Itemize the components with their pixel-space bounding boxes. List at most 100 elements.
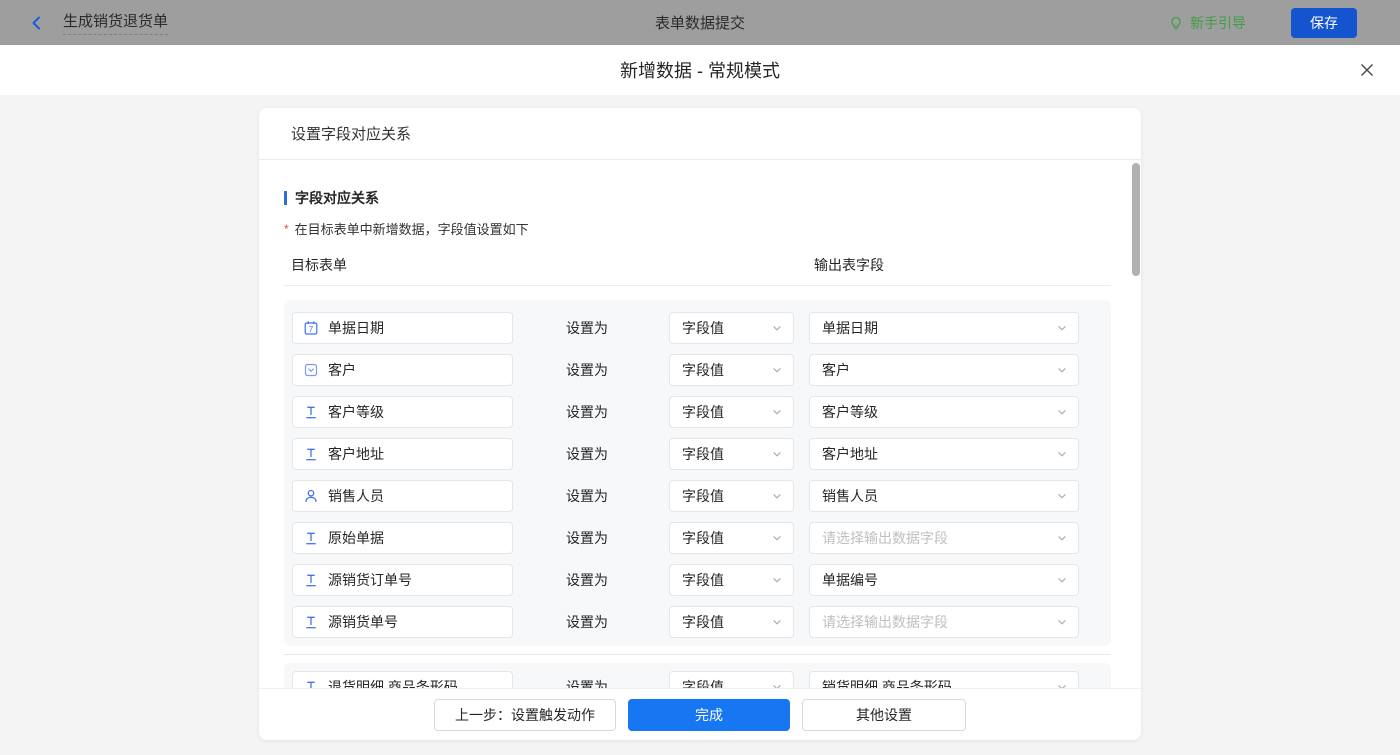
chevron-down-icon: [771, 532, 783, 544]
column-headers: 目标表单 输出表字段: [284, 255, 1111, 275]
beginner-guide-link[interactable]: 新手引导: [1168, 13, 1246, 33]
card-body: 字段对应关系 * 在目标表单中新增数据，字段值设置如下 目标表单 输出表字段 7…: [259, 188, 1141, 711]
value-mode-select[interactable]: 字段值: [669, 396, 794, 428]
output-field-select[interactable]: 客户等级: [809, 396, 1079, 428]
target-field-label: 原始单据: [328, 530, 384, 546]
value-mode-text: 字段值: [682, 530, 724, 546]
modal-title: 新增数据 - 常规模式: [620, 61, 780, 81]
value-mode-select[interactable]: 字段值: [669, 480, 794, 512]
output-field-text: 单据日期: [822, 320, 878, 336]
value-mode-select[interactable]: 字段值: [669, 354, 794, 386]
hint-text: 在目标表单中新增数据，字段值设置如下: [294, 222, 529, 237]
card-header-title: 设置字段对应关系: [259, 108, 1141, 160]
scrollbar-thumb[interactable]: [1132, 163, 1140, 276]
value-mode-select[interactable]: 字段值: [669, 438, 794, 470]
output-field-select[interactable]: 单据编号: [809, 564, 1079, 596]
card-footer: 上一步：设置触发动作 完成 其他设置: [259, 688, 1141, 740]
output-field-text: 请选择输出数据字段: [822, 614, 948, 630]
section-accent-bar: [284, 191, 287, 205]
flow-title[interactable]: 生成销货退货单: [63, 10, 169, 35]
chevron-down-icon: [771, 322, 783, 334]
target-field-label: 销售人员: [328, 488, 384, 504]
target-field-label: 源销货单号: [328, 614, 398, 630]
chevron-down-icon: [771, 490, 783, 502]
output-field-text: 请选择输出数据字段: [822, 530, 948, 546]
field-mapping-row: 7 单据日期 设置为 字段值 单据日期: [284, 312, 1111, 344]
output-field-select[interactable]: 请选择输出数据字段: [809, 606, 1079, 638]
svg-text:7: 7: [309, 325, 314, 334]
output-field-select[interactable]: 客户地址: [809, 438, 1079, 470]
target-field-box: 客户地址: [292, 438, 513, 470]
value-mode-select[interactable]: 字段值: [669, 564, 794, 596]
chevron-down-icon: [771, 364, 783, 376]
chevron-down-icon: [771, 616, 783, 628]
user-icon: [303, 488, 319, 504]
output-field-text: 客户: [822, 362, 850, 378]
value-mode-text: 字段值: [682, 488, 724, 504]
chevron-down-icon: [1056, 532, 1068, 544]
target-field-box: 原始单据: [292, 522, 513, 554]
set-as-label: 设置为: [566, 362, 608, 378]
output-field-select[interactable]: 请选择输出数据字段: [809, 522, 1079, 554]
done-button[interactable]: 完成: [628, 698, 790, 731]
close-icon[interactable]: [1359, 62, 1375, 78]
other-settings-button[interactable]: 其他设置: [802, 698, 966, 731]
chevron-down-icon: [1056, 448, 1068, 460]
field-mapping-row: 原始单据 设置为 字段值 请选择输出数据字段: [284, 522, 1111, 554]
output-field-select[interactable]: 销售人员: [809, 480, 1079, 512]
header-divider: [284, 285, 1111, 286]
required-mark: *: [284, 221, 289, 236]
output-field-select[interactable]: 单据日期: [809, 312, 1079, 344]
column-target-form: 目标表单: [291, 257, 347, 273]
chevron-down-icon: [1056, 322, 1068, 334]
text-icon: [303, 572, 319, 588]
output-field-text: 单据编号: [822, 572, 878, 588]
value-mode-text: 字段值: [682, 446, 724, 462]
value-mode-select[interactable]: 字段值: [669, 522, 794, 554]
save-button[interactable]: 保存: [1291, 7, 1357, 38]
value-mode-text: 字段值: [682, 320, 724, 336]
calendar-icon: 7: [303, 320, 319, 336]
value-mode-text: 字段值: [682, 572, 724, 588]
column-output-fields: 输出表字段: [814, 257, 884, 273]
value-mode-select[interactable]: 字段值: [669, 312, 794, 344]
chevron-down-icon: [1056, 616, 1068, 628]
set-as-label: 设置为: [566, 320, 608, 336]
output-field-text: 销售人员: [822, 488, 878, 504]
back-button[interactable]: [28, 14, 46, 32]
field-mapping-row: 客户 设置为 字段值 客户: [284, 354, 1111, 386]
modal-body: 设置字段对应关系 字段对应关系 * 在目标表单中新增数据，字段值设置如下 目标表…: [0, 95, 1400, 755]
target-field-box: 源销货单号: [292, 606, 513, 638]
field-mapping-row: 销售人员 设置为 字段值 销售人员: [284, 480, 1111, 512]
value-mode-text: 字段值: [682, 362, 724, 378]
set-as-label: 设置为: [566, 530, 608, 546]
value-mode-text: 字段值: [682, 404, 724, 420]
lightbulb-icon: [1168, 15, 1184, 31]
text-icon: [303, 530, 319, 546]
target-field-box: 源销货订单号: [292, 564, 513, 596]
output-field-select[interactable]: 客户: [809, 354, 1079, 386]
field-mapping-row: 源销货单号 设置为 字段值 请选择输出数据字段: [284, 606, 1111, 638]
set-as-label: 设置为: [566, 488, 608, 504]
set-as-label: 设置为: [566, 404, 608, 420]
text-icon: [303, 404, 319, 420]
main-fields-group: 7 单据日期 设置为 字段值 单据日期 客户 设置为 字段值 客户 客户等级 设…: [284, 300, 1111, 646]
chevron-left-icon: [28, 14, 46, 32]
target-field-box: 7 单据日期: [292, 312, 513, 344]
text-icon: [303, 614, 319, 630]
chevron-down-icon: [1056, 364, 1068, 376]
chevron-down-icon: [1056, 406, 1068, 418]
text-icon: [303, 446, 319, 462]
output-field-text: 客户等级: [822, 404, 878, 420]
group-divider: [284, 654, 1111, 655]
prev-step-button[interactable]: 上一步：设置触发动作: [434, 698, 616, 731]
field-mapping-row: 客户等级 设置为 字段值 客户等级: [284, 396, 1111, 428]
target-field-label: 客户: [328, 362, 356, 378]
chevron-down-icon: [1056, 574, 1068, 586]
target-field-box: 销售人员: [292, 480, 513, 512]
screen: 生成销货退货单 表单数据提交 新手引导 保存 新增数据 - 常规模式 设置字段对…: [0, 0, 1400, 755]
field-mapping-card: 设置字段对应关系 字段对应关系 * 在目标表单中新增数据，字段值设置如下 目标表…: [259, 108, 1141, 740]
chevron-down-icon: [771, 406, 783, 418]
output-field-text: 客户地址: [822, 446, 878, 462]
value-mode-select[interactable]: 字段值: [669, 606, 794, 638]
